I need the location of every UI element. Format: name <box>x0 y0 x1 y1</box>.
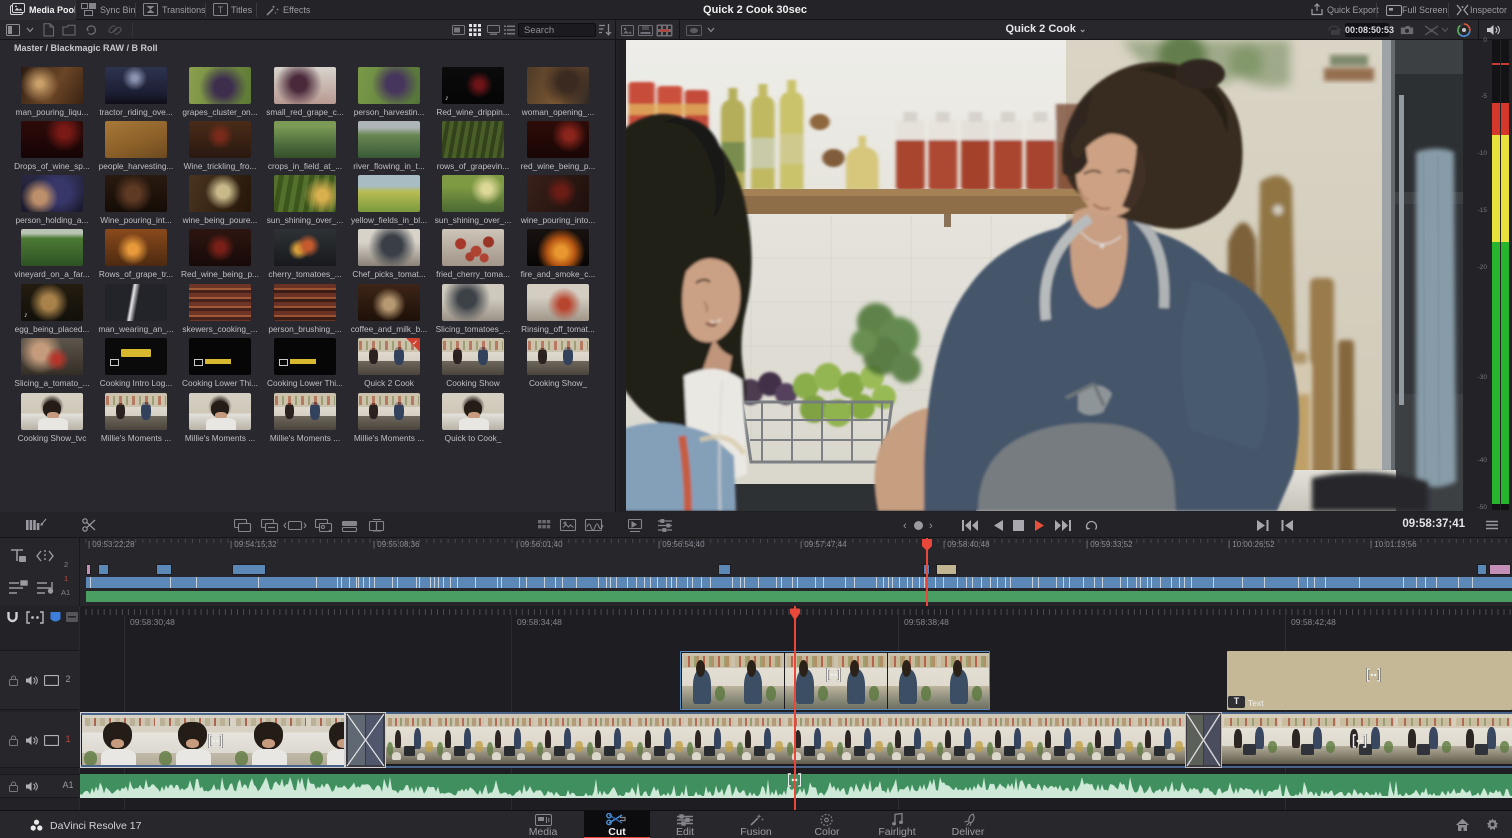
svg-text:T: T <box>218 5 224 15</box>
